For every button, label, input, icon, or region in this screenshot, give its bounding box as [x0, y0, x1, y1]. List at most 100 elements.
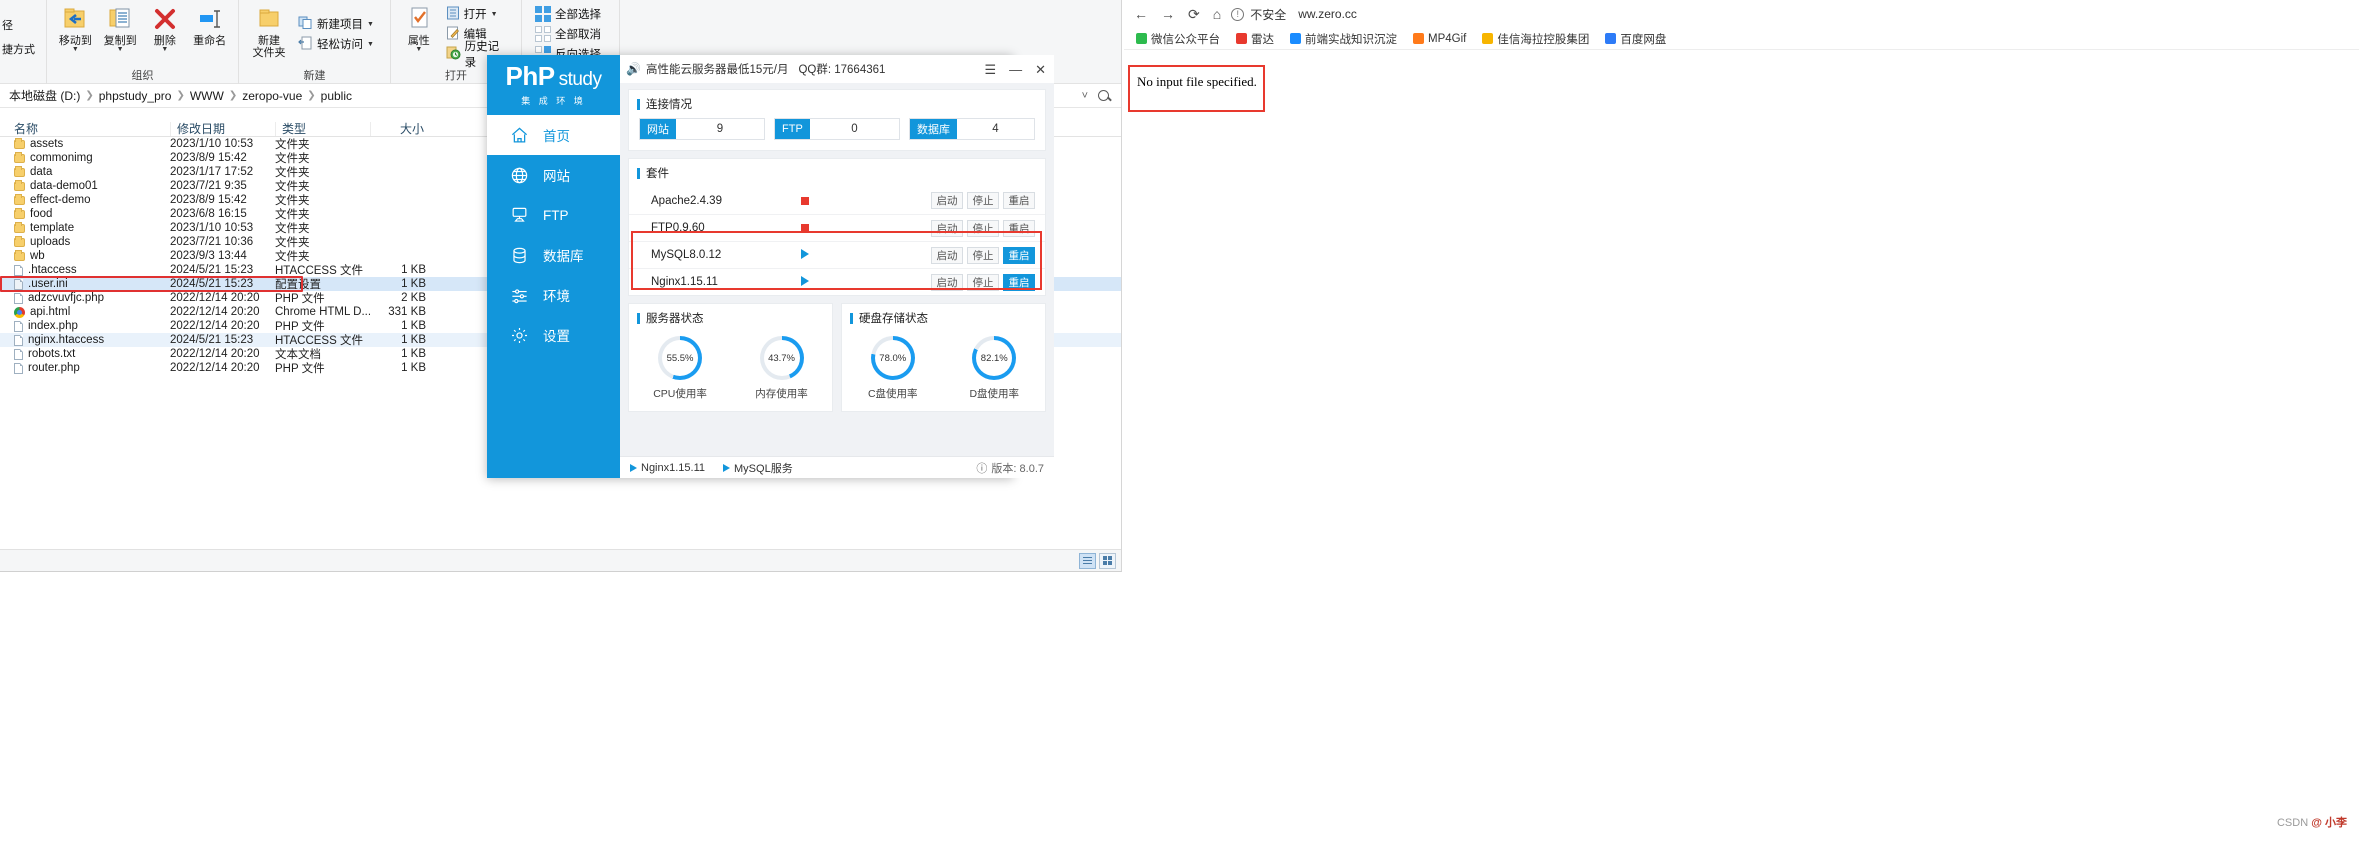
- new-item-button[interactable]: 新建项目 ▼: [295, 14, 377, 34]
- column-header-name[interactable]: 名称: [0, 122, 170, 136]
- file-name-cell[interactable]: nginx.htaccess: [0, 334, 170, 346]
- service-restart-button[interactable]: 重启: [1003, 246, 1035, 264]
- footer-nginx-item[interactable]: Nginx1.15.11: [630, 462, 705, 474]
- forward-arrow-icon[interactable]: →: [1161, 6, 1175, 22]
- file-name-cell[interactable]: uploads: [0, 236, 170, 248]
- bookmark-item[interactable]: 前端实战知识沉淀: [1290, 31, 1397, 47]
- column-header-type[interactable]: 类型: [275, 122, 370, 136]
- breadcrumb[interactable]: 本地磁盘 (D:) ❯ phpstudy_pro ❯ WWW ❯ zeropo-…: [6, 86, 355, 105]
- service-start-button[interactable]: 启动: [931, 219, 963, 237]
- open-label: 打开: [463, 9, 487, 21]
- breadcrumb-item-phpstudy_pro[interactable]: phpstudy_pro: [96, 88, 175, 104]
- file-name-cell[interactable]: wb: [0, 250, 170, 262]
- sidebar-item-environment[interactable]: 环境: [487, 275, 620, 315]
- copy-to-caret-icon[interactable]: ▼: [117, 46, 124, 53]
- sidebar-item-home[interactable]: 首页: [487, 115, 620, 155]
- move-to-caret-icon[interactable]: ▼: [72, 46, 79, 53]
- file-name-cell[interactable]: .htaccess: [0, 264, 170, 276]
- reload-icon[interactable]: ⟳: [1188, 6, 1200, 23]
- home-icon[interactable]: ⌂: [1213, 6, 1221, 22]
- delete-caret-icon[interactable]: ▼: [161, 46, 168, 53]
- file-name-cell[interactable]: adzcvuvfjc.php: [0, 292, 170, 304]
- open-caret-icon[interactable]: ▼: [491, 11, 498, 18]
- breadcrumb-item-www[interactable]: WWW: [187, 88, 227, 104]
- service-start-button[interactable]: 启动: [931, 246, 963, 264]
- file-name-cell[interactable]: index.php: [0, 320, 170, 332]
- service-start-button[interactable]: 启动: [931, 192, 963, 209]
- file-name-cell[interactable]: router.php: [0, 362, 170, 374]
- service-start-button[interactable]: 启动: [931, 273, 963, 291]
- sidebar-item-ftp[interactable]: FTP: [487, 195, 620, 235]
- not-secure-icon[interactable]: !: [1231, 7, 1245, 21]
- connection-value: 4: [957, 119, 1034, 139]
- select-all-icon: [535, 6, 551, 22]
- file-name-cell[interactable]: data: [0, 166, 170, 178]
- breadcrumb-item-public[interactable]: public: [318, 88, 355, 104]
- properties-button[interactable]: 属性 ▼: [397, 2, 441, 53]
- file-name-label: data-demo01: [30, 180, 98, 192]
- select-all-button[interactable]: 全部选择: [532, 4, 604, 24]
- service-stop-button[interactable]: 停止: [967, 273, 999, 291]
- delete-button[interactable]: 删除 ▼: [143, 2, 188, 53]
- dropdown-caret-icon[interactable]: ˅: [1082, 90, 1088, 102]
- service-restart-button[interactable]: 重启: [1003, 192, 1035, 209]
- details-view-button[interactable]: [1079, 552, 1096, 569]
- open-button[interactable]: 打开 ▼: [443, 4, 513, 24]
- breadcrumb-item-zeropo-vue[interactable]: zeropo-vue: [239, 88, 305, 104]
- page-body-text: No input file specified.: [1137, 74, 1257, 89]
- bookmark-label: MP4Gif: [1428, 32, 1467, 45]
- sidebar-item-database[interactable]: 数据库: [487, 235, 620, 275]
- column-header-date[interactable]: 修改日期: [170, 122, 275, 136]
- sidebar-item-settings[interactable]: 设置: [487, 315, 620, 355]
- file-name-cell[interactable]: api.html: [0, 306, 170, 318]
- file-name-cell[interactable]: .user.ini: [0, 278, 170, 290]
- large-icons-view-button[interactable]: [1099, 552, 1116, 569]
- phpstudy-nav[interactable]: 首页 网站 FTP 数据库 环境 设置: [487, 115, 620, 355]
- sidebar-item-website[interactable]: 网站: [487, 155, 620, 195]
- phpstudy-ad-text[interactable]: 高性能云服务器最低15元/月: [646, 61, 789, 77]
- bookmark-item[interactable]: 佳信海拉控股集团: [1482, 31, 1589, 47]
- close-icon[interactable]: ✕: [1035, 63, 1046, 76]
- file-name-cell[interactable]: commonimg: [0, 152, 170, 164]
- rename-button[interactable]: 重命名: [187, 2, 232, 47]
- file-name-cell[interactable]: robots.txt: [0, 348, 170, 360]
- new-folder-button[interactable]: 新建 文件夹: [245, 2, 293, 59]
- easy-access-caret-icon[interactable]: ▼: [367, 41, 374, 48]
- minimize-icon[interactable]: —: [1009, 63, 1022, 76]
- file-name-label: commonimg: [30, 152, 93, 164]
- service-restart-button[interactable]: 重启: [1003, 273, 1035, 291]
- file-name-cell[interactable]: data-demo01: [0, 180, 170, 192]
- history-icon: [446, 46, 461, 63]
- service-restart-button[interactable]: 重启: [1003, 219, 1035, 237]
- back-arrow-icon[interactable]: ←: [1134, 6, 1148, 22]
- search-icon[interactable]: [1098, 90, 1109, 101]
- bookmark-item[interactable]: 百度网盘: [1605, 31, 1666, 47]
- url-text[interactable]: ww.zero.cc: [1298, 7, 1357, 21]
- move-to-button[interactable]: 移动到 ▼: [53, 2, 98, 53]
- properties-caret-icon[interactable]: ▼: [415, 46, 422, 53]
- favicon-icon: [1413, 33, 1424, 44]
- column-header-size[interactable]: 大小: [370, 122, 430, 136]
- security-label: 不安全: [1250, 7, 1287, 22]
- text-file-icon: [14, 348, 23, 360]
- new-item-caret-icon[interactable]: ▼: [367, 21, 374, 28]
- bookmarks-bar[interactable]: 微信公众平台 雷达 前端实战知识沉淀 MP4Gif 佳信海拉控股集团 百度网盘: [1124, 28, 2359, 50]
- service-stop-button[interactable]: 停止: [967, 246, 999, 264]
- file-name-cell[interactable]: food: [0, 208, 170, 220]
- footer-mysql-item[interactable]: MySQL服务: [723, 460, 793, 476]
- file-name-cell[interactable]: template: [0, 222, 170, 234]
- service-stop-button[interactable]: 停止: [967, 192, 999, 209]
- select-none-button[interactable]: 全部取消: [532, 24, 604, 44]
- omnibox[interactable]: ! 不安全 ww.zero.cc: [1231, 6, 1357, 23]
- bookmark-item[interactable]: 微信公众平台: [1136, 31, 1220, 47]
- server-status-title: 服务器状态: [629, 304, 832, 332]
- copy-to-button[interactable]: 复制到 ▼: [98, 2, 143, 53]
- bookmark-item[interactable]: 雷达: [1236, 31, 1274, 47]
- service-stop-button[interactable]: 停止: [967, 219, 999, 237]
- bookmark-item[interactable]: MP4Gif: [1413, 33, 1466, 45]
- file-name-cell[interactable]: assets: [0, 138, 170, 150]
- breadcrumb-item-drive[interactable]: 本地磁盘 (D:): [6, 86, 83, 105]
- easy-access-button[interactable]: 轻松访问 ▼: [295, 34, 377, 54]
- hamburger-icon[interactable]: ☰: [984, 63, 996, 76]
- file-name-cell[interactable]: effect-demo: [0, 194, 170, 206]
